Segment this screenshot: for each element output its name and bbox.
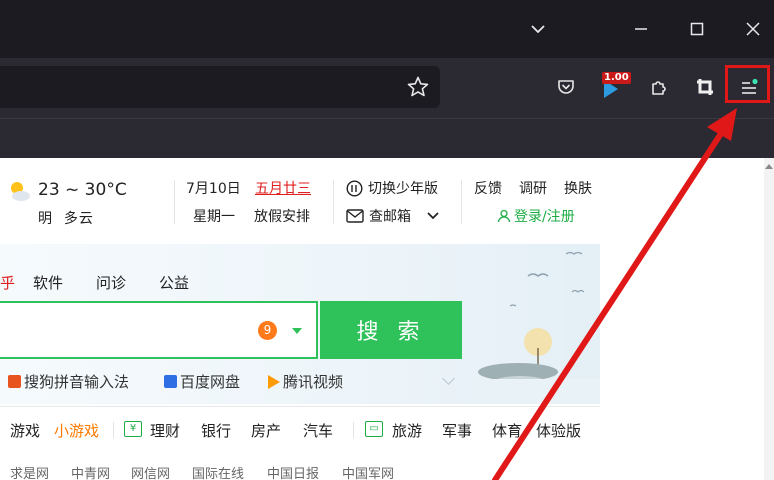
- tab-list-chevron-icon[interactable]: [521, 12, 555, 46]
- youth-mode-label: 切换少年版: [368, 181, 438, 197]
- close-icon[interactable]: [736, 12, 770, 46]
- extension-badge-icon[interactable]: 1.00: [596, 70, 631, 104]
- minimize-icon[interactable]: [624, 12, 658, 46]
- search-tab-consult[interactable]: 问诊: [96, 272, 126, 293]
- partly-cloudy-icon: [6, 178, 32, 204]
- search-suggestion-badge[interactable]: 9: [258, 321, 277, 340]
- login-link[interactable]: 登录/注册: [497, 206, 575, 226]
- search-button[interactable]: 搜 索: [320, 301, 462, 359]
- browser-title-bar: [0, 0, 774, 58]
- navigation-toolbar: 1.00: [0, 58, 774, 118]
- news-link-cri[interactable]: 国际在线: [192, 463, 244, 480]
- news-link-military[interactable]: 中国军网: [342, 463, 394, 480]
- crop-screenshot-icon[interactable]: [688, 70, 722, 104]
- baidu-pan-icon: [164, 375, 177, 388]
- mail-label: 查邮箱: [369, 209, 411, 225]
- separator: [113, 422, 114, 438]
- mail-link[interactable]: 查邮箱: [346, 206, 440, 226]
- user-icon: [497, 209, 511, 223]
- skin-link[interactable]: 换肤: [564, 178, 592, 198]
- extensions-puzzle-icon[interactable]: [642, 70, 676, 104]
- quick-link-label: 腾讯视频: [283, 373, 344, 391]
- finance-icon: ¥: [124, 421, 142, 437]
- category-real-estate[interactable]: 房产: [251, 420, 281, 441]
- news-link-cac[interactable]: 网信网: [131, 463, 170, 480]
- weather-condition-text: 多云: [63, 211, 94, 227]
- bookmark-star-icon[interactable]: [406, 75, 430, 99]
- survey-link[interactable]: 调研: [519, 178, 547, 198]
- sogou-icon: [8, 375, 21, 388]
- weather-day-label: 明: [38, 211, 53, 227]
- category-bank[interactable]: 银行: [201, 420, 231, 441]
- search-tab-partial[interactable]: 乎: [0, 272, 15, 293]
- news-link-qiushi[interactable]: 求是网: [10, 463, 49, 480]
- login-label: 登录/注册: [514, 209, 575, 225]
- maximize-icon[interactable]: [680, 12, 714, 46]
- news-link-chinadaily[interactable]: 中国日报: [267, 463, 319, 480]
- category-finance[interactable]: 理财: [150, 420, 180, 441]
- quick-link-label: 搜狗拼音输入法: [24, 373, 130, 391]
- youth-mode-icon: [346, 179, 363, 197]
- bookmarks-bar: [0, 118, 774, 158]
- category-auto[interactable]: 汽车: [303, 420, 333, 441]
- scroll-up-arrow-icon[interactable]: [765, 164, 773, 169]
- divider: [0, 406, 600, 407]
- category-beta[interactable]: 体验版: [536, 420, 581, 441]
- search-dropdown-icon[interactable]: [292, 328, 302, 334]
- category-sports[interactable]: 体育: [492, 420, 522, 441]
- separator: [333, 180, 334, 224]
- category-military[interactable]: 军事: [442, 420, 472, 441]
- web-page: 23 ~ 30°C 明 多云 7月10日 五月廿三 星期一 放假安排 切换少年版…: [0, 158, 764, 480]
- category-games[interactable]: 游戏: [10, 420, 40, 441]
- tencent-video-icon: [268, 374, 280, 389]
- separator: [174, 180, 175, 224]
- category-mini-games[interactable]: 小游戏: [54, 420, 99, 441]
- separator: [461, 180, 462, 224]
- page-scrollbar[interactable]: [764, 158, 774, 480]
- quick-link-sogou-pinyin[interactable]: 搜狗拼音输入法: [8, 371, 129, 392]
- annotation-highlight-box: [725, 65, 770, 103]
- category-travel[interactable]: 旅游: [392, 420, 422, 441]
- quick-link-label: 百度网盘: [180, 373, 241, 391]
- quick-link-tencent-video[interactable]: 腾讯视频: [268, 371, 343, 392]
- mail-icon: [346, 209, 364, 223]
- chevron-down-icon[interactable]: [426, 211, 440, 221]
- weather-condition[interactable]: 明 多云: [38, 208, 94, 228]
- lunar-date-link[interactable]: 五月廿三: [255, 178, 311, 198]
- travel-icon: ▭: [365, 421, 383, 437]
- extension-badge-count: 1.00: [602, 72, 631, 84]
- search-tab-software[interactable]: 软件: [33, 272, 63, 293]
- feedback-link[interactable]: 反馈: [474, 178, 502, 198]
- quick-link-baidu-pan[interactable]: 百度网盘: [164, 371, 240, 392]
- pocket-icon[interactable]: [549, 70, 583, 104]
- separator: [353, 422, 354, 438]
- temperature[interactable]: 23 ~ 30°C: [38, 180, 127, 200]
- search-tab-charity[interactable]: 公益: [159, 272, 189, 293]
- news-link-youth[interactable]: 中青网: [71, 463, 110, 480]
- youth-mode-link[interactable]: 切换少年版: [346, 178, 438, 198]
- search-input[interactable]: 9: [0, 301, 318, 359]
- weekday-text: 星期一: [193, 209, 235, 225]
- url-bar[interactable]: [0, 66, 440, 108]
- date-text: 7月10日: [186, 181, 241, 197]
- holiday-schedule-link[interactable]: 放假安排: [254, 206, 310, 226]
